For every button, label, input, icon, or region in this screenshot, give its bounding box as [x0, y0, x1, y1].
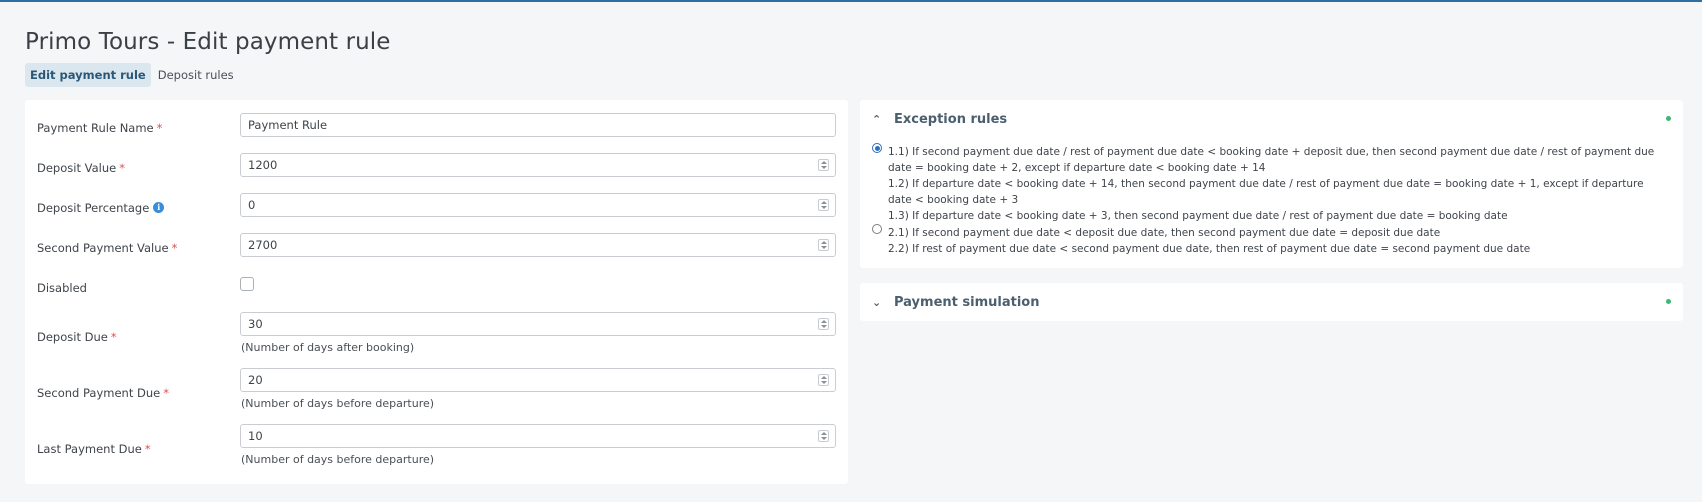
- field-label: Deposit Percentage i: [37, 201, 165, 215]
- exception-option-1-radio[interactable]: [872, 143, 882, 153]
- number-spinner-icon[interactable]: [818, 159, 829, 171]
- exception-rules-header[interactable]: ⌃ Exception rules: [872, 112, 1007, 127]
- exception-rules-title: Exception rules: [894, 112, 1008, 127]
- field-hint: (Number of days after booking): [241, 341, 415, 354]
- required-marker: *: [119, 161, 125, 175]
- required-marker: *: [156, 121, 163, 135]
- chevron-down-icon[interactable]: ⌄: [872, 296, 894, 309]
- chevron-up-icon[interactable]: ⌃: [872, 113, 894, 126]
- deposit-percentage-input[interactable]: 0: [240, 193, 836, 217]
- required-marker: *: [110, 330, 117, 344]
- field-label: Deposit Due *: [37, 330, 117, 344]
- exception-option-2-radio[interactable]: [872, 224, 882, 234]
- number-spinner-icon[interactable]: [818, 318, 829, 330]
- exception-option-1-text: 1.1) If second payment due date / rest o…: [888, 144, 1668, 224]
- rule-line: 1.3) If departure date < booking date + …: [888, 210, 1508, 222]
- field-label: Disabled: [37, 281, 87, 295]
- field-label: Last Payment Due *: [37, 442, 151, 456]
- payment-rule-form: Payment Rule Name * Payment Rule Deposit …: [25, 100, 848, 484]
- rule-line: 1.1) If second payment due date / rest o…: [888, 146, 1655, 174]
- exception-rules-panel: ⌃ Exception rules 1.1) If second payment…: [860, 100, 1683, 268]
- second-payment-value-input[interactable]: 2700: [240, 233, 836, 257]
- tab-deposit-rules[interactable]: Deposit rules: [153, 63, 239, 87]
- number-spinner-icon[interactable]: [818, 239, 829, 251]
- deposit-value-input[interactable]: 1200: [240, 153, 836, 177]
- page-title: Primo Tours - Edit payment rule: [25, 29, 391, 55]
- rule-line: 2.2) If rest of payment due date < secon…: [888, 243, 1531, 255]
- rule-line: 1.2) If departure date < booking date + …: [888, 178, 1644, 206]
- required-marker: *: [171, 241, 178, 255]
- required-marker: *: [163, 386, 169, 400]
- status-dot-icon: [1666, 116, 1671, 121]
- rule-line: 2.1) If second payment due date < deposi…: [888, 227, 1441, 239]
- required-marker: *: [144, 442, 151, 456]
- field-label: Payment Rule Name *: [37, 121, 163, 135]
- tab-bar: Edit payment rule Deposit rules: [25, 63, 239, 87]
- status-dot-icon: [1666, 299, 1671, 304]
- payment-simulation-title: Payment simulation: [894, 295, 1040, 310]
- payment-rule-name-input[interactable]: Payment Rule: [240, 113, 836, 137]
- deposit-due-input[interactable]: 30: [240, 312, 836, 336]
- payment-simulation-header[interactable]: ⌄ Payment simulation: [872, 295, 1039, 310]
- exception-option-2-text: 2.1) If second payment due date < deposi…: [888, 225, 1668, 257]
- number-spinner-icon[interactable]: [818, 199, 829, 211]
- field-hint: (Number of days before departure): [241, 453, 435, 466]
- field-label: Second Payment Due *: [37, 386, 169, 400]
- number-spinner-icon[interactable]: [818, 430, 829, 442]
- number-spinner-icon[interactable]: [818, 374, 829, 386]
- payment-simulation-panel: ⌄ Payment simulation: [860, 283, 1683, 321]
- field-label: Deposit Value *: [37, 161, 125, 175]
- field-label: Second Payment Value *: [37, 241, 178, 255]
- disabled-checkbox[interactable]: [240, 277, 254, 291]
- info-icon[interactable]: i: [153, 202, 165, 213]
- tab-edit-payment-rule[interactable]: Edit payment rule: [25, 63, 151, 87]
- last-payment-due-input[interactable]: 10: [240, 424, 836, 448]
- field-hint: (Number of days before departure): [241, 397, 435, 410]
- second-payment-due-input[interactable]: 20: [240, 368, 836, 392]
